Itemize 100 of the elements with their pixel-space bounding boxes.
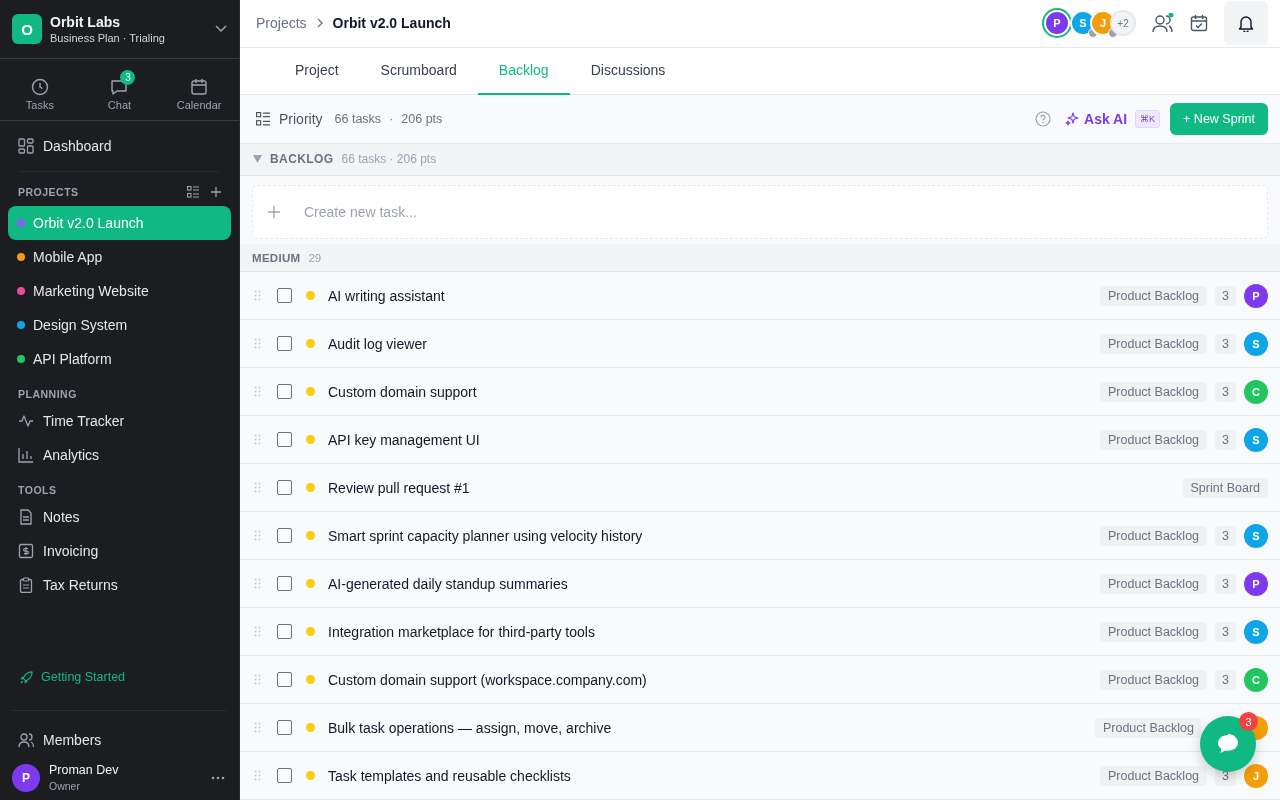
calendar-check-icon[interactable]: [1190, 14, 1208, 33]
status-tag: Product Backlog: [1100, 525, 1208, 546]
plus-icon[interactable]: [211, 187, 221, 197]
section-label: PLANNING: [17, 387, 78, 402]
checkbox[interactable]: [277, 528, 292, 543]
assignee-avatar: J: [1244, 763, 1268, 788]
checkbox[interactable]: [277, 624, 292, 639]
sidebar-item[interactable]: Notes: [8, 500, 231, 534]
sidebar-item[interactable]: Analytics: [8, 438, 231, 472]
unread-badge: 3: [120, 70, 136, 85]
group-by-button[interactable]: Priority: [256, 110, 323, 127]
nav-button[interactable]: Calendar: [164, 68, 235, 111]
separator-dot: ·: [389, 111, 394, 126]
ask-ai-button[interactable]: Ask AI: [1065, 110, 1128, 127]
drag-handle-icon[interactable]: [254, 290, 261, 301]
rocket-icon: [20, 670, 33, 684]
priority-dot: [306, 435, 315, 444]
priority-dot: [306, 531, 315, 540]
task-name-input[interactable]: Create new task...: [302, 203, 1252, 222]
project-item[interactable]: Mobile App: [8, 240, 231, 274]
task-title[interactable]: Task templates and reusable checklists: [328, 767, 1100, 784]
task-title[interactable]: AI-generated daily standup summaries: [328, 575, 1100, 592]
dashboard-icon: [18, 138, 34, 154]
member-avatar[interactable]: P: [1044, 10, 1070, 37]
task-title[interactable]: Smart sprint capacity planner using velocity history: [328, 527, 1100, 544]
task-title[interactable]: Audit log viewer: [328, 335, 1100, 352]
checkbox[interactable]: [277, 432, 292, 447]
tab[interactable]: Project: [274, 47, 360, 96]
drag-handle-icon[interactable]: [254, 674, 261, 685]
drag-handle-icon[interactable]: [254, 434, 261, 445]
drag-handle-icon[interactable]: [254, 482, 261, 493]
priority-dot: [306, 291, 315, 300]
story-points: 3: [1215, 621, 1236, 642]
user-avatar: P: [12, 763, 40, 792]
project-item[interactable]: Marketing Website: [8, 274, 231, 308]
notifications-button[interactable]: [1224, 1, 1268, 46]
tab[interactable]: Scrumboard: [359, 47, 478, 96]
getting-started-link[interactable]: Getting Started: [0, 662, 239, 692]
checkbox[interactable]: [277, 384, 292, 399]
task-title[interactable]: Custom domain support (workspace.company.com): [328, 671, 1100, 688]
task-title[interactable]: Review pull request #1: [328, 479, 1183, 496]
task-title[interactable]: Integration marketplace for third-party tools: [328, 623, 1100, 640]
task-title[interactable]: AI writing assistant: [328, 287, 1100, 304]
more-members-badge[interactable]: +2: [1110, 10, 1136, 37]
clock-icon: [30, 78, 49, 96]
help-icon[interactable]: [1035, 110, 1051, 127]
chevron-down-icon[interactable]: [215, 25, 227, 33]
calendar-icon: [190, 78, 209, 96]
priority-dot: [306, 387, 315, 396]
assignee-avatar: S: [1244, 331, 1268, 356]
drag-handle-icon[interactable]: [254, 386, 261, 397]
drag-handle-icon[interactable]: [254, 338, 261, 349]
list-icon[interactable]: [187, 186, 199, 198]
people-icon[interactable]: [1152, 13, 1174, 34]
create-task-field[interactable]: Create new task...: [252, 185, 1268, 240]
section-label: PROJECTS: [18, 186, 80, 198]
workspace-plan: Business Plan · Trialing: [50, 32, 166, 44]
breadcrumb-link[interactable]: Projects: [256, 15, 307, 32]
shortcut-hint: ⌘K: [1135, 109, 1161, 128]
sidebar-item[interactable]: Tax Returns: [8, 568, 231, 602]
drag-handle-icon[interactable]: [254, 722, 261, 733]
drag-handle-icon[interactable]: [254, 578, 261, 589]
workspace-name[interactable]: Orbit Labs: [50, 14, 207, 30]
project-item[interactable]: Design System: [8, 308, 231, 342]
priority-dot: [306, 675, 315, 684]
checkbox[interactable]: [277, 576, 292, 591]
people-icon: [18, 732, 34, 748]
status-tag: Product Backlog: [1100, 381, 1208, 402]
dashboard-link[interactable]: Dashboard: [8, 129, 231, 163]
checkbox[interactable]: [277, 288, 292, 303]
page-title: Orbit v2.0 Launch: [332, 15, 451, 32]
project-item[interactable]: API Platform: [8, 342, 231, 376]
drag-handle-icon[interactable]: [254, 530, 261, 541]
more-icon[interactable]: [211, 775, 225, 780]
bar-chart-icon: [18, 447, 34, 463]
section-summary: 66 tasks · 206 pts: [341, 152, 437, 167]
task-title[interactable]: Bulk task operations — assign, move, archive: [328, 719, 1095, 736]
drag-handle-icon[interactable]: [254, 770, 261, 781]
checkbox[interactable]: [277, 336, 292, 351]
tab[interactable]: Discussions: [569, 47, 687, 96]
task-title[interactable]: API key management UI: [328, 431, 1100, 448]
user-name: Proman Dev: [49, 763, 120, 777]
checkbox[interactable]: [277, 720, 292, 735]
pulse-icon: [18, 413, 34, 429]
sidebar-item[interactable]: Invoicing: [8, 534, 231, 568]
checkbox[interactable]: [277, 480, 292, 495]
story-points: 3: [1215, 333, 1236, 354]
user-role: Owner: [49, 780, 81, 792]
story-points: 3: [1215, 429, 1236, 450]
sidebar-item[interactable]: Time Tracker: [8, 404, 231, 438]
task-title[interactable]: Custom domain support: [328, 383, 1100, 400]
story-points: 3: [1215, 669, 1236, 690]
checkbox[interactable]: [277, 672, 292, 687]
points-count: 206 pts: [401, 111, 443, 126]
nav-button[interactable]: Tasks: [4, 68, 75, 111]
checkbox[interactable]: [277, 768, 292, 783]
drag-handle-icon[interactable]: [254, 626, 261, 637]
assignee-avatar: C: [1244, 667, 1268, 692]
nav-button[interactable]: 3 Chat: [84, 68, 155, 111]
members-link[interactable]: Members: [8, 723, 231, 757]
